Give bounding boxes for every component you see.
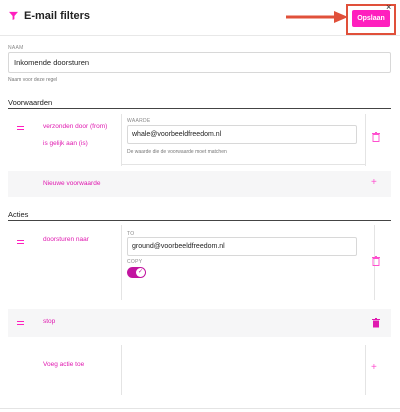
condition-field-select[interactable]: verzonden door (from) bbox=[43, 123, 107, 130]
copy-toggle[interactable]: ✓ bbox=[127, 267, 146, 278]
column-divider bbox=[121, 225, 122, 300]
drag-handle-icon[interactable] bbox=[17, 321, 24, 325]
page-title: E-mail filters bbox=[24, 10, 91, 22]
column-divider bbox=[365, 345, 366, 395]
add-condition-label: Nieuwe voorwaarde bbox=[43, 180, 101, 187]
close-icon[interactable]: × bbox=[386, 3, 391, 12]
header-bar: E-mail filters Opslaan × bbox=[0, 0, 400, 36]
copy-label: COPY bbox=[127, 259, 143, 265]
annotation-arrow-icon bbox=[286, 11, 348, 23]
column-divider bbox=[121, 345, 122, 395]
conditions-title: Voorwaarden bbox=[8, 98, 53, 107]
footer-divider bbox=[0, 408, 400, 409]
add-condition-row[interactable]: Nieuwe voorwaarde + bbox=[8, 171, 391, 197]
name-label: NAAM bbox=[8, 45, 24, 51]
check-icon: ✓ bbox=[136, 268, 145, 277]
trash-icon[interactable] bbox=[372, 256, 380, 266]
name-input[interactable]: Inkomende doorsturen bbox=[8, 52, 391, 73]
add-condition-plus-icon[interactable]: + bbox=[371, 178, 377, 188]
value-help-text: De waarde die de voorwaarde moet matchen bbox=[127, 149, 227, 155]
add-action-label: Voeg actie toe bbox=[43, 361, 85, 368]
name-help-text: Naam voor deze regel bbox=[8, 77, 58, 83]
condition-operator-select[interactable]: is gelijk aan (is) bbox=[43, 140, 88, 147]
add-action-plus-icon[interactable]: + bbox=[371, 363, 377, 373]
row-divider bbox=[121, 164, 365, 165]
column-divider bbox=[121, 114, 122, 166]
trash-icon[interactable] bbox=[372, 318, 380, 328]
action-to-input[interactable]: ground@voorbeeldfreedom.nl bbox=[127, 237, 357, 256]
actions-title: Acties bbox=[8, 210, 29, 219]
action-stop-row: stop bbox=[8, 309, 391, 337]
value-label: WAARDE bbox=[127, 118, 151, 124]
column-divider bbox=[365, 114, 366, 166]
condition-value-input[interactable]: whale@voorbeeldfreedom.nl bbox=[127, 125, 357, 144]
action-type-select[interactable]: stop bbox=[43, 318, 55, 325]
action-type-select[interactable]: doorsturen naar bbox=[43, 236, 89, 243]
conditions-divider bbox=[8, 108, 391, 109]
drag-handle-icon[interactable] bbox=[17, 240, 24, 244]
trash-icon[interactable] bbox=[372, 132, 380, 142]
filter-icon bbox=[9, 11, 18, 20]
drag-handle-icon[interactable] bbox=[17, 126, 24, 130]
actions-divider bbox=[8, 220, 391, 221]
save-button[interactable]: Opslaan bbox=[352, 10, 390, 27]
